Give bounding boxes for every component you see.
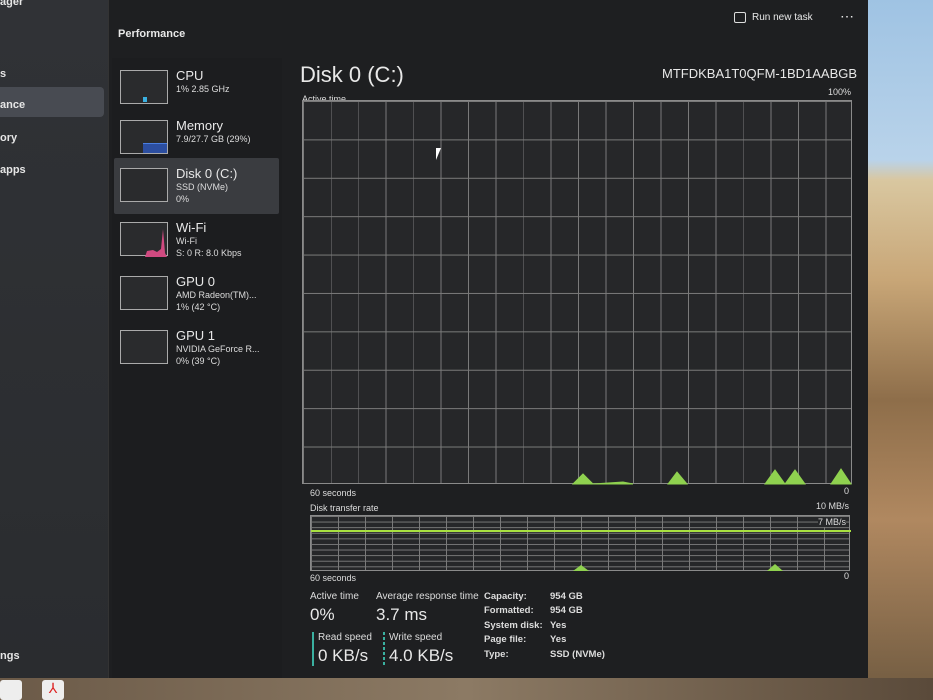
stat-response: 3.7 ms [376, 605, 428, 624]
device-name: GPU 0 [176, 274, 216, 289]
device-detail: Wi-Fi [176, 236, 197, 246]
prop-system-disk: Yes [550, 620, 567, 631]
disk-title: Disk 0 (C:) [300, 62, 404, 87]
device-disk0[interactable]: Disk 0 (C:) SSD (NVMe) 0% [114, 158, 279, 214]
device-detail: SSD (NVMe) [176, 182, 229, 192]
read-speed-bar [312, 632, 314, 666]
transfer-rate-min: 0 [844, 571, 850, 581]
device-usage: 0% [176, 194, 190, 204]
transfer-rate-x-label: 60 seconds [310, 573, 357, 583]
active-time-series [571, 468, 852, 485]
active-time-min: 0 [844, 486, 850, 496]
prop-type-label: Type: [484, 649, 509, 660]
active-time-x-label: 60 seconds [310, 488, 357, 498]
mouse-cursor-icon [436, 148, 441, 160]
device-gpu1[interactable]: GPU 1 NVIDIA GeForce R... 0% (39 °C) [114, 320, 279, 376]
app-title: ager [0, 0, 24, 8]
device-detail: 7.9/27.7 GB (29%) [176, 134, 251, 144]
write-speed-bar [383, 632, 385, 666]
transfer-rate-label: Disk transfer rate [310, 503, 379, 513]
stat-read: 0 KB/s [318, 646, 369, 665]
nav-performance[interactable]: ance [0, 99, 25, 111]
prop-formatted-label: Formatted: [484, 605, 534, 616]
prop-page-file-label: Page file: [484, 634, 527, 645]
prop-type: SSD (NVMe) [550, 649, 605, 660]
active-time-chart [302, 100, 852, 485]
stat-read-label: Read speed [318, 632, 372, 643]
stat-active-time-label: Active time [310, 591, 359, 602]
memory-thumbnail [120, 120, 168, 154]
disk-model: MTFDKBA1T0QFM-1BD1AABGB [662, 66, 858, 81]
device-detail: 1% 2.85 GHz [176, 84, 230, 94]
taskbar [0, 678, 933, 700]
transfer-rate-max: 10 MB/s [816, 501, 850, 511]
prop-capacity-label: Capacity: [484, 591, 527, 602]
wifi-thumbnail [120, 222, 168, 257]
run-new-task-button[interactable]: Run new task [734, 12, 813, 23]
device-usage: S: 0 R: 8.0 Kbps [176, 248, 242, 258]
run-task-icon [734, 12, 746, 23]
stat-response-label: Average response time [376, 591, 479, 602]
prop-system-disk-label: System disk: [484, 620, 543, 631]
device-usage: 1% (42 °C) [176, 302, 221, 312]
prop-page-file: Yes [550, 634, 567, 645]
run-new-task-label: Run new task [752, 12, 813, 23]
gpu1-thumbnail [120, 330, 168, 364]
active-time-max: 100% [828, 87, 852, 97]
stat-active-time: 0% [310, 605, 335, 624]
transfer-rate-series [311, 530, 851, 571]
transfer-rate-chart: 7 MB/s [310, 515, 851, 571]
taskbar-app-icon[interactable] [0, 680, 22, 700]
gpu0-thumbnail [120, 276, 168, 310]
device-usage: 0% (39 °C) [176, 356, 221, 366]
prop-capacity: 954 GB [550, 591, 583, 602]
more-options-button[interactable]: ⋯ [840, 8, 854, 25]
pdf-app-icon[interactable]: ⅄ [42, 680, 64, 700]
nav-app-history[interactable]: ory [0, 132, 17, 144]
device-name: Disk 0 (C:) [176, 166, 238, 181]
nav-settings[interactable]: ngs [0, 650, 20, 662]
stat-write: 4.0 KB/s [389, 646, 454, 665]
device-name: Wi-Fi [176, 220, 207, 235]
cpu-thumbnail [120, 70, 168, 104]
prop-formatted: 954 GB [550, 605, 583, 616]
page-title: Performance [118, 28, 186, 40]
device-detail: NVIDIA GeForce R... [176, 344, 260, 354]
nav-startup-apps[interactable]: apps [0, 164, 26, 176]
device-cpu[interactable]: CPU 1% 2.85 GHz [114, 60, 279, 116]
stat-write-label: Write speed [389, 632, 443, 643]
desktop-wallpaper [860, 0, 933, 700]
nav-processes[interactable]: s [0, 68, 6, 80]
device-name: GPU 1 [176, 328, 216, 343]
device-gpu0[interactable]: GPU 0 AMD Radeon(TM)... 1% (42 °C) [114, 266, 279, 322]
device-name: Memory [176, 118, 223, 133]
device-name: CPU [176, 68, 204, 83]
disk-thumbnail [120, 168, 168, 202]
device-detail: AMD Radeon(TM)... [176, 290, 257, 300]
nav-pane: ager s ance ory apps ngs [0, 0, 108, 678]
device-wifi[interactable]: Wi-Fi Wi-Fi S: 0 R: 8.0 Kbps [114, 212, 279, 268]
transfer-rate-line-label: 7 MB/s [817, 517, 846, 527]
